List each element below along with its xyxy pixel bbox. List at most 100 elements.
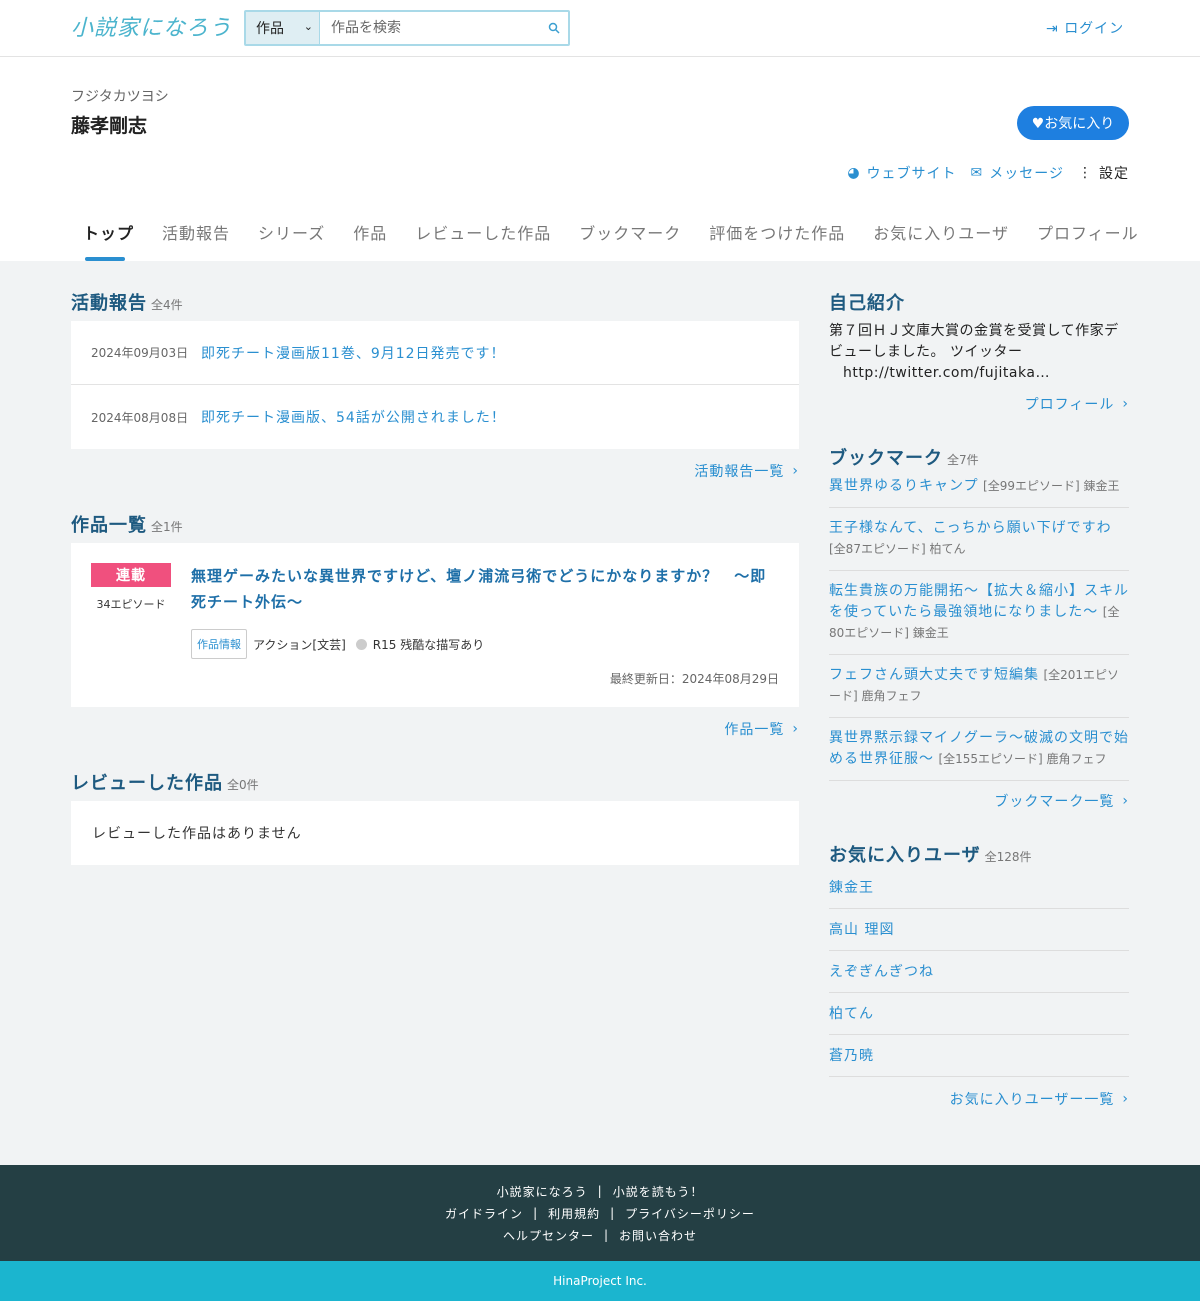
fav-user-link[interactable]: 高山 理図 [829, 909, 1129, 951]
work-info-button[interactable]: 作品情報 [191, 629, 247, 659]
fav-user-link[interactable]: 錬金王 [829, 867, 1129, 909]
work-meta: 作品情報 アクション[文芸] R15 残酷な描写あり [191, 629, 484, 659]
reports-more-link[interactable]: 活動報告一覧 › [71, 461, 799, 481]
settings-label: 設定 [1099, 166, 1129, 182]
footer-links-row: ヘルプセンター | お問い合わせ [0, 1224, 1200, 1246]
footer-separator: | [610, 1206, 616, 1220]
login-link[interactable]: ⇥ ログイン [1046, 18, 1124, 38]
add-favorite-button[interactable]: ♥お気に入り [1017, 106, 1129, 140]
bookmark-meta: [全155エピソード] 鹿角フェフ [938, 752, 1107, 766]
bookmark-title-link[interactable]: 王子様なんて、こっちから願い下げですわ [829, 520, 1112, 536]
footer-link[interactable]: ガイドライン [445, 1205, 523, 1222]
report-date: 2024年08月08日 [91, 410, 189, 425]
footer-link[interactable]: プライバシーポリシー [625, 1205, 755, 1222]
copyright: HinaProject Inc. [0, 1261, 1200, 1301]
fav-user-link[interactable]: 蒼乃暁 [829, 1035, 1129, 1077]
fav-user-link[interactable]: えぞぎんぎつね [829, 951, 1129, 993]
bookmark-title-link[interactable]: 異世界ゆるりキャンプ [829, 478, 979, 494]
report-date: 2024年09月03日 [91, 346, 189, 360]
website-label: ウェブサイト [866, 166, 957, 182]
footer-link[interactable]: 利用規約 [548, 1205, 600, 1222]
login-label: ログイン [1064, 21, 1125, 37]
bookmark-title-link[interactable]: フェフさん頭大丈夫です短編集 [829, 667, 1039, 683]
work-genre: アクション[文芸] [253, 637, 346, 652]
reports-title: 活動報告 [71, 293, 147, 314]
fav-users-count: 全128件 [984, 850, 1032, 864]
reports-card: 2024年09月03日 即死チート漫画版11巻、9月12日発売です！ 2024年… [71, 321, 799, 449]
bookmarks-count: 全7件 [947, 453, 979, 467]
main-content: 活動報告 全4件 2024年09月03日 即死チート漫画版11巻、9月12日発売で… [0, 261, 1200, 1165]
fav-user-list: 錬金王 高山 理図 えぞぎんぎつね 柏てん 蒼乃暁 [829, 867, 1129, 1077]
list-item: フェフさん頭大丈夫です短編集 [全201エピソード] 鹿角フェフ [829, 665, 1129, 718]
search-icon[interactable] [540, 12, 568, 44]
tab-rated-works[interactable]: 評価をつけた作品 [697, 222, 859, 261]
search-category-select[interactable]: 作品 ⌄ [246, 12, 320, 44]
intro-text-line: 第７回ＨＪ文庫大賞の金賞を受賞して作家デビューしました。 ツイッター [829, 323, 1119, 360]
bookmark-meta: [全87エピソード] 柏てん [829, 542, 966, 556]
message-label: メッセージ [989, 166, 1064, 182]
tab-activity-reports[interactable]: 活動報告 [150, 222, 244, 261]
profile-header: フジタカツヨシ 藤孝剛志 ♥お気に入り ◕ ウェブサイト ✉ メッセージ ⋮ 設… [0, 57, 1200, 261]
list-item: 2024年08月08日 即死チート漫画版、54話が公開されました！ [71, 385, 799, 449]
right-sidebar: 自己紹介 第７回ＨＪ文庫大賞の金賞を受賞して作家デビューしました。 ツイッター … [829, 261, 1129, 1109]
reports-count: 全4件 [151, 298, 183, 312]
rating-dot-icon [355, 638, 367, 650]
reviews-title: レビューした作品 [71, 773, 223, 794]
settings-link[interactable]: ⋮ 設定 [1078, 163, 1129, 183]
tab-profile[interactable]: プロフィール [1025, 222, 1153, 261]
serial-badge: 連載 [91, 563, 171, 587]
tab-reviewed-works[interactable]: レビューした作品 [403, 222, 565, 261]
list-item: 異世界黙示録マイノグーラ〜破滅の文明で始める世界征服〜 [全155エピソード] … [829, 728, 1129, 781]
chevron-down-icon: ⌄ [303, 20, 313, 33]
fav-users-title: お気に入りユーザ [829, 845, 981, 866]
reviews-count: 全0件 [227, 778, 259, 792]
profile-more-label: プロフィール [1024, 397, 1115, 413]
tab-bookmarks[interactable]: ブックマーク [567, 222, 695, 261]
search-input[interactable] [320, 12, 540, 44]
footer-link[interactable]: 小説家になろう [497, 1183, 588, 1200]
site-logo[interactable]: 小説家になろう [71, 10, 232, 42]
tab-top[interactable]: トップ [71, 222, 148, 261]
author-kana: フジタカツヨシ [71, 89, 169, 105]
search-category-value: 作品 [256, 21, 284, 37]
report-link[interactable]: 即死チート漫画版、54話が公開されました！ [201, 407, 506, 427]
chevron-right-icon: › [1122, 1091, 1129, 1107]
report-link[interactable]: 即死チート漫画版11巻、9月12日発売です！ [201, 343, 506, 363]
works-heading: 作品一覧 全1件 [71, 511, 799, 537]
chevron-right-icon: › [792, 463, 799, 479]
message-link[interactable]: ✉ メッセージ [971, 163, 1064, 183]
tab-favorite-users[interactable]: お気に入りユーザ [861, 222, 1023, 261]
footer-link[interactable]: お問い合わせ [619, 1227, 697, 1244]
profile-more-link[interactable]: プロフィール › [829, 394, 1129, 414]
site-header: 小説家になろう 作品 ⌄ ⇥ ログイン [0, 0, 1200, 57]
profile-actions: ◕ ウェブサイト ✉ メッセージ ⋮ 設定 [847, 163, 1129, 183]
reports-more-label: 活動報告一覧 [694, 464, 785, 480]
site-footer: 小説家になろう | 小説を読もう！ ガイドライン | 利用規約 | プライバシーポリシー ヘ… [0, 1165, 1200, 1261]
bookmark-title-link[interactable]: 転生貴族の万能開拓〜【拡大＆縮小】スキルを使っていたら最強領地になりました〜 [829, 583, 1129, 620]
works-count: 全1件 [151, 520, 183, 534]
bookmark-list: 異世界ゆるりキャンプ [全99エピソード] 錬金王 王子様なんて、こっちから願い… [829, 476, 1129, 781]
works-more-link[interactable]: 作品一覧 › [71, 719, 799, 739]
website-link[interactable]: ◕ ウェブサイト [847, 163, 956, 183]
fav-user-link[interactable]: 柏てん [829, 993, 1129, 1035]
works-more-label: 作品一覧 [724, 722, 785, 738]
work-title-link[interactable]: 無理ゲーみたいな異世界ですけど、壇ノ浦流弓術でどうにかなりますか？ 〜即死チート… [191, 563, 781, 615]
footer-separator: | [597, 1184, 603, 1198]
footer-link[interactable]: 小説を読もう！ [613, 1183, 704, 1200]
works-title: 作品一覧 [71, 515, 147, 536]
author-name: 藤孝剛志 [71, 115, 148, 137]
tab-series[interactable]: シリーズ [246, 222, 339, 261]
footer-link[interactable]: ヘルプセンター [503, 1227, 594, 1244]
bookmarks-more-link[interactable]: ブックマーク一覧 › [829, 791, 1129, 811]
work-rating: R15 残酷な描写あり [372, 637, 485, 652]
intro-text: 第７回ＨＪ文庫大賞の金賞を受賞して作家デビューしました。 ツイッター http:… [829, 321, 1129, 384]
tab-works[interactable]: 作品 [341, 222, 401, 261]
fav-users-more-link[interactable]: お気に入りユーザー一覧 › [829, 1089, 1129, 1109]
fav-users-heading: お気に入りユーザ 全128件 [829, 841, 1129, 867]
episode-count: 34エピソード [96, 598, 166, 611]
bookmarks-more-label: ブックマーク一覧 [994, 794, 1115, 810]
chevron-right-icon: › [1122, 396, 1129, 412]
list-item: 2024年09月03日 即死チート漫画版11巻、9月12日発売です！ [71, 321, 799, 385]
mail-icon: ✉ [970, 165, 984, 181]
list-item: 王子様なんて、こっちから願い下げですわ [全87エピソード] 柏てん [829, 518, 1129, 571]
